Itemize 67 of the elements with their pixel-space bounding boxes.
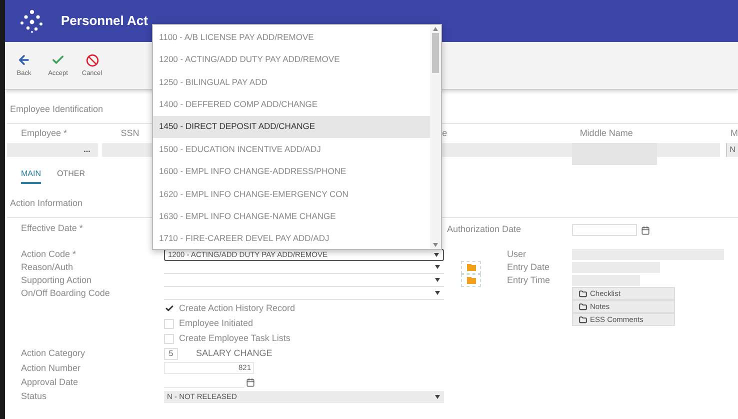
read-only-field: [572, 275, 640, 286]
folder-icon[interactable]: [461, 261, 481, 274]
field-label: Entry Time: [507, 276, 552, 285]
dropdown-option[interactable]: 1710 - FIRE-CAREER DEVEL PAY ADD/ADJ: [153, 228, 430, 249]
folder-icon: [579, 316, 587, 324]
text-field[interactable]: 5: [164, 348, 178, 360]
date-field[interactable]: [572, 224, 637, 236]
field-label: Reason/Auth: [21, 263, 74, 272]
field-label: Effective Date *: [21, 224, 84, 233]
text-field[interactable]: [656, 143, 720, 157]
logo-icon: [19, 9, 45, 33]
checkbox[interactable]: [164, 334, 174, 344]
field-label: Authorization Date: [447, 224, 522, 234]
column-label: Employee *: [21, 129, 68, 138]
tab[interactable]: MAIN: [21, 170, 41, 184]
field-label: Entry Date: [507, 263, 551, 272]
dropdown-option[interactable]: 1200 - ACTING/ADD DUTY PAY ADD/REMOVE: [153, 48, 430, 71]
field-label: Supporting Action: [21, 276, 93, 285]
checkbox-label: Create Action History Record: [179, 304, 296, 313]
column-label: Middle Name: [580, 129, 634, 138]
field-label: Status: [21, 392, 48, 401]
scrollbar-thumb[interactable]: [432, 33, 439, 73]
field-label: Action Number: [21, 364, 82, 372]
window-title: Personnel Act: [61, 12, 148, 30]
lookup-button[interactable]: ...: [84, 146, 90, 154]
category-name: SALARY CHANGE: [196, 349, 272, 358]
dropdown-option[interactable]: 1450 - DIRECT DEPOSIT ADD/CHANGE: [153, 116, 430, 138]
caret-icon: [435, 278, 440, 282]
checkbox[interactable]: [164, 304, 174, 314]
section-title: Action Information: [10, 198, 83, 208]
employee-field[interactable]: ...: [7, 143, 98, 157]
caret-icon: [435, 291, 440, 295]
checkbox-label: Employee Initiated: [179, 319, 254, 328]
checkbox-label: Create Employee Task Lists: [179, 334, 290, 343]
tab[interactable]: OTHER: [57, 170, 85, 184]
dropdown-option[interactable]: 1250 - BILINGUAL PAY ADD: [153, 70, 430, 94]
column-label: SSN: [120, 129, 140, 138]
field-label: Approval Date: [21, 378, 80, 386]
dropdown-option[interactable]: 1620 - EMPL INFO CHANGE-EMERGENCY CON: [153, 182, 430, 206]
folder-icon: [579, 290, 587, 298]
back-arrow-icon: [17, 53, 31, 68]
column-label: e: [442, 129, 448, 138]
field-label: Action Category: [21, 349, 86, 358]
dropdown-option[interactable]: 1500 - EDUCATION INCENTIVE ADD/ADJ: [153, 138, 430, 160]
folder-icon: [579, 302, 587, 310]
calendar-icon[interactable]: [246, 378, 255, 386]
dropdown-option[interactable]: 1600 - EMPL INFO CHANGE-ADDRESS/PHONE: [153, 160, 430, 183]
field-label: On/Off Boarding Code: [21, 289, 111, 298]
folder-icon[interactable]: [461, 274, 481, 287]
text-field[interactable]: N: [726, 143, 738, 157]
caret-icon: [434, 252, 439, 256]
calendar-icon[interactable]: [641, 226, 650, 235]
field-value: N: [730, 146, 736, 154]
dropdown-option[interactable]: 1100 - A/B LICENSE PAY ADD/REMOVE: [153, 26, 430, 48]
middle-name-field[interactable]: [572, 143, 657, 165]
cancel-icon: [86, 54, 98, 67]
checkbox[interactable]: [164, 318, 174, 328]
field-value: 5: [168, 350, 174, 358]
scroll-up-icon[interactable]: [433, 27, 438, 31]
column-label: M: [730, 129, 738, 138]
caret-icon: [435, 394, 440, 398]
field-label: User: [507, 250, 528, 259]
field-label: Action Code *: [21, 250, 78, 259]
caret-icon: [435, 265, 440, 269]
section-title: Employee Identification: [10, 104, 104, 114]
dropdown-option[interactable]: 1400 - DEFFERED COMP ADD/CHANGE: [153, 93, 430, 116]
dropdown-option[interactable]: 1630 - EMPL INFO CHANGE-NAME CHANGE: [153, 205, 430, 228]
